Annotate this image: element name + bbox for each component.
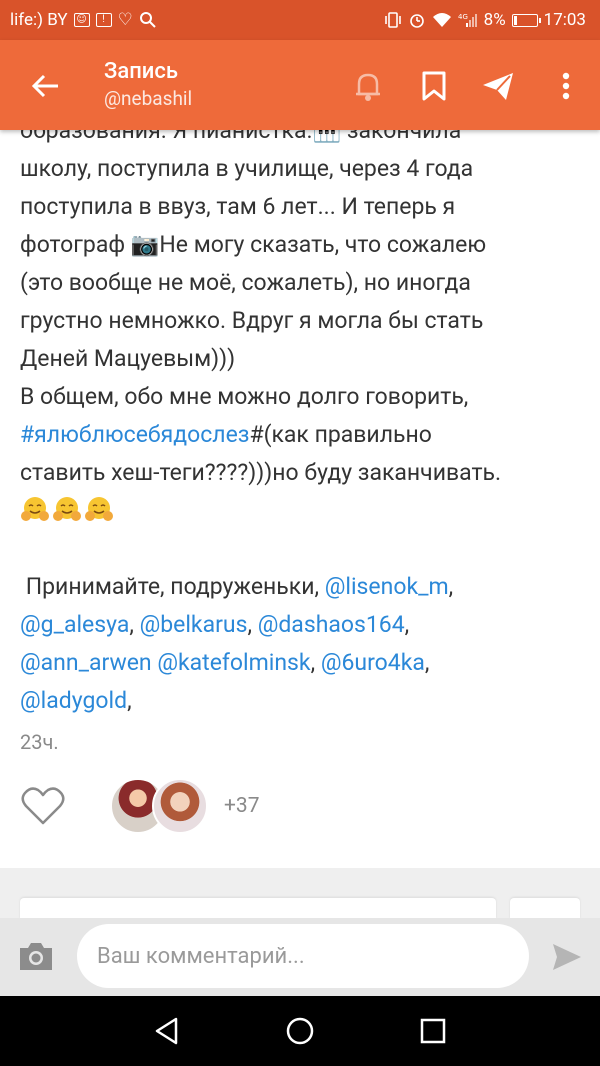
hashtag-link[interactable]: #ялюблюсебядослез: [20, 421, 249, 448]
bell-icon[interactable]: [350, 68, 386, 104]
status-bar-right: 4G 8% 17:03: [384, 10, 586, 30]
post-line: образования. Я пианистка.🎹 закончила: [20, 130, 462, 144]
post-line: грустно немножко. Вдруг я могла бы стать: [20, 307, 484, 334]
search-notification-icon: [139, 11, 157, 29]
likes-more-count[interactable]: +37: [224, 794, 260, 818]
signal-icon: 4G: [458, 12, 478, 28]
nav-recents-icon[interactable]: [416, 1014, 450, 1048]
camera-emoji: 📷: [130, 231, 160, 258]
heart-icon[interactable]: [20, 785, 66, 827]
invite-text: Принимайте, подруженьки,: [20, 573, 325, 600]
page-title: Запись: [104, 59, 178, 84]
post-content: образования. Я пианистка.🎹 закончила шко…: [0, 130, 600, 865]
post-line: фотограф: [20, 231, 131, 258]
alert-notification-icon: !: [95, 13, 112, 27]
vibrate-icon: [384, 11, 402, 29]
avatar[interactable]: [152, 778, 208, 834]
status-bar: life:) BY ☺ ! ♡ 4G 8% 17:03: [0, 0, 600, 40]
post-line: (это вообще не моё, сожалеть), но иногда: [20, 269, 471, 296]
comment-card: [510, 898, 580, 920]
mention-link[interactable]: @ladygold: [20, 687, 127, 714]
mention-link[interactable]: @belkarus: [140, 611, 248, 638]
battery-percent: 8%: [483, 10, 506, 30]
clock: 17:03: [543, 10, 586, 30]
bookmark-icon[interactable]: [416, 68, 452, 104]
mention-link[interactable]: @lisenok_m: [325, 573, 449, 600]
smiley-notification-icon: ☺: [73, 13, 90, 27]
system-nav-bar: [0, 996, 600, 1066]
mention-link[interactable]: @dashaos164: [258, 611, 405, 638]
more-vert-icon[interactable]: [554, 68, 590, 104]
post-body: образования. Я пианистка.🎹 закончила шко…: [20, 130, 590, 720]
mention-link[interactable]: @6uro4ka: [321, 649, 425, 676]
hugging-face-emoji: [52, 496, 82, 522]
status-bar-left: life:) BY ☺ ! ♡: [10, 10, 157, 30]
battery-icon: [511, 13, 541, 27]
comment-card: [20, 898, 496, 920]
camera-icon[interactable]: [18, 939, 54, 973]
mention-link[interactable]: @katefolminsk: [157, 649, 310, 676]
post-timestamp: 23ч.: [20, 730, 59, 754]
comment-input[interactable]: [77, 924, 529, 988]
app-bar: Запись @nebashil: [0, 40, 600, 130]
post-line: школу, поступила в училище, через 4 года: [20, 155, 474, 182]
alarm-icon: [408, 11, 426, 29]
post-line: Деней Мацуевым))): [20, 345, 236, 372]
post-line: ставить хеш-теги????)))но буду заканчива…: [20, 459, 502, 486]
comment-bar: [0, 918, 600, 996]
mention-link[interactable]: @ann_arwen: [20, 649, 152, 676]
back-arrow-icon[interactable]: [28, 68, 64, 104]
heart-monitor-icon: ♡: [117, 10, 133, 30]
post-line: #(как правильно: [249, 421, 432, 448]
carrier-label: life:) BY: [10, 10, 68, 30]
hugging-face-emoji: [20, 496, 50, 522]
post-line: Не могу сказать, что сожалею: [159, 231, 487, 258]
nav-home-icon[interactable]: [283, 1014, 317, 1048]
send-icon[interactable]: [480, 68, 516, 104]
post-line: поступила в ввуз, там 6 лет... И теперь …: [20, 193, 456, 220]
hugging-face-emoji: [84, 496, 114, 522]
post-line: В общем, обо мне можно долго говорить,: [20, 383, 469, 410]
nav-back-icon[interactable]: [150, 1014, 184, 1048]
page-subtitle[interactable]: @nebashil: [104, 86, 192, 112]
send-comment-icon[interactable]: [550, 940, 584, 974]
mention-link[interactable]: @g_alesya: [20, 611, 129, 638]
svg-text:4G: 4G: [458, 13, 468, 21]
wifi-icon: [432, 12, 452, 28]
title-block: Запись @nebashil: [104, 58, 192, 112]
